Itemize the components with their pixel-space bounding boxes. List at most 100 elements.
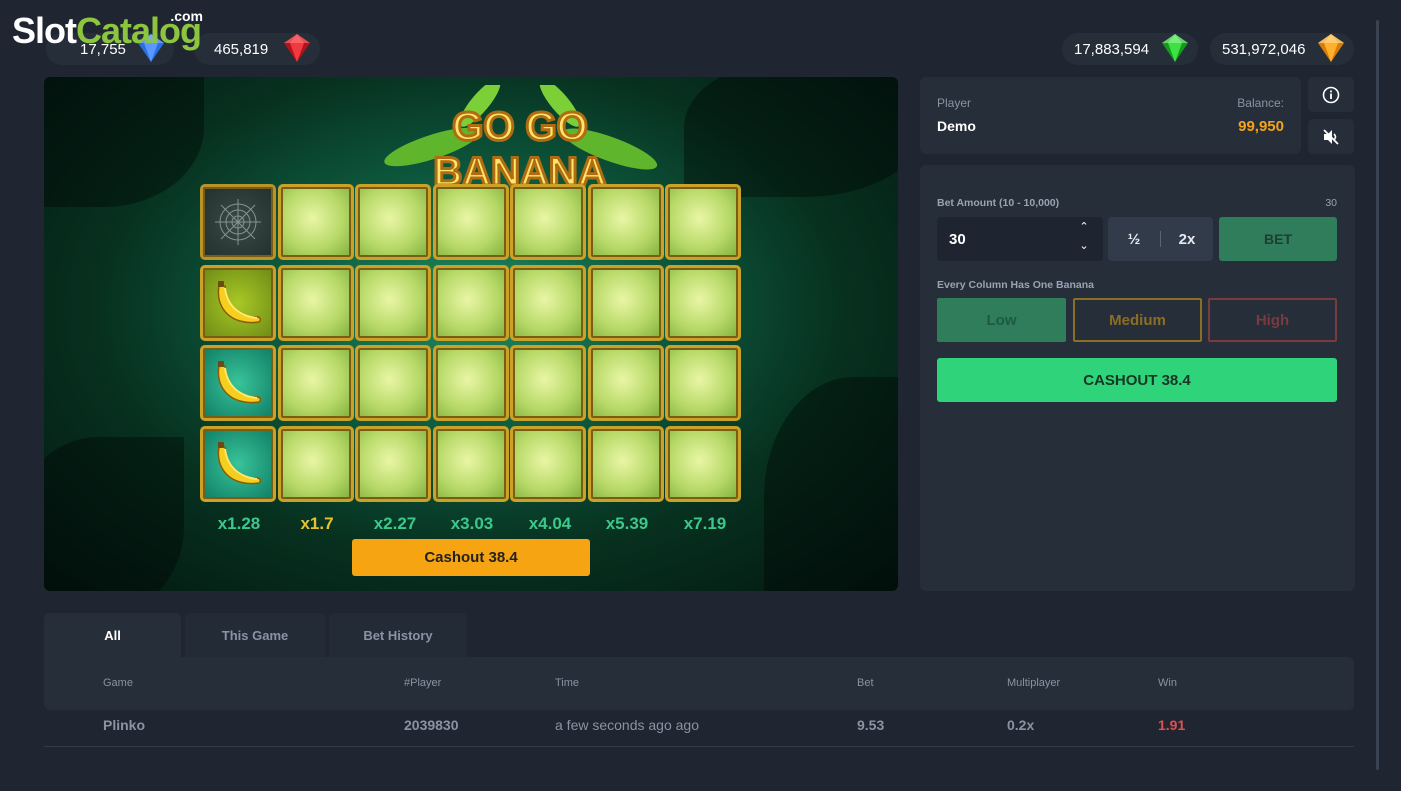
- row-bet: 9.53: [857, 717, 885, 733]
- tile-hidden[interactable]: [432, 425, 509, 502]
- history-table-header: Game #Player Time Bet Multiplayer Win: [44, 657, 1354, 710]
- jungle-leaf-decoration: [44, 437, 184, 591]
- double-bet-button[interactable]: 2x: [1161, 217, 1213, 261]
- tile-hidden[interactable]: [510, 184, 586, 260]
- column-header-win: Win: [1158, 677, 1177, 689]
- risk-medium-button[interactable]: Medium: [1073, 298, 1202, 342]
- player-label: Player: [937, 96, 972, 110]
- game-title-logo: GO GO BANANA: [384, 85, 658, 196]
- banana-icon: [217, 361, 262, 404]
- jungle-vine-decoration: [764, 377, 898, 591]
- tile-hidden[interactable]: [665, 264, 741, 341]
- tile-hidden[interactable]: [432, 345, 509, 421]
- multiplier-col-5: x4.04: [528, 514, 572, 533]
- tile-hidden[interactable]: [277, 345, 354, 421]
- column-header-multiplier: Multiplayer: [1007, 677, 1061, 689]
- banana-icon: [217, 280, 262, 323]
- balance-label: Balance:: [1237, 96, 1284, 110]
- row-multiplier: 0.2x: [1007, 717, 1035, 733]
- chevron-up-icon[interactable]: ⌃: [1077, 220, 1091, 234]
- tile-hidden[interactable]: [665, 425, 741, 502]
- multiplier-col-1: x1.28: [217, 514, 261, 533]
- row-time: a few seconds ago ago: [555, 717, 699, 733]
- multiplier-col-2: x1.7: [300, 514, 334, 533]
- row-game: Plinko: [103, 717, 146, 733]
- sound-muted-icon: [1323, 128, 1339, 145]
- risk-high-button[interactable]: High: [1208, 298, 1337, 342]
- jackpot-red: 465,819: [194, 33, 320, 65]
- watermark-text-slot: Slot: [12, 10, 77, 51]
- tile-hidden[interactable]: [510, 345, 586, 421]
- jackpot-value: 465,819: [214, 40, 269, 58]
- multiplier-col-6: x5.39: [605, 514, 649, 533]
- tile-hidden[interactable]: [587, 184, 664, 260]
- player-name: Demo: [937, 118, 976, 134]
- tile-hidden[interactable]: [277, 184, 354, 260]
- chevron-down-icon[interactable]: ⌄: [1077, 239, 1091, 253]
- tile-hidden[interactable]: [665, 345, 741, 421]
- bet-modifier-group: ½ 2x: [1108, 217, 1213, 261]
- tile-hidden[interactable]: [587, 425, 664, 502]
- page-scrollbar[interactable]: [1376, 20, 1379, 770]
- tile-spider-web[interactable]: [200, 184, 276, 260]
- row-win: 1.91: [1158, 717, 1186, 733]
- tile-banana[interactable]: [200, 345, 276, 421]
- cashout-button[interactable]: CASHOUT 38.4: [937, 358, 1337, 402]
- tile-banana[interactable]: [200, 425, 276, 502]
- watermark-logo: SlotCatalog .com: [12, 8, 204, 52]
- tile-hidden[interactable]: [277, 264, 354, 341]
- tile-hidden[interactable]: [277, 425, 354, 502]
- half-bet-button[interactable]: ½: [1108, 217, 1160, 261]
- multiplier-col-4: x3.03: [450, 514, 494, 533]
- tile-hidden[interactable]: [510, 425, 586, 502]
- tile-hidden[interactable]: [510, 264, 586, 341]
- multiplier-col-3: x2.27: [373, 514, 417, 533]
- column-header-player: #Player: [404, 677, 442, 689]
- bet-panel: Bet Amount (10 - 10,000) 30 ⌃ ⌄ ½ 2x BET…: [920, 165, 1355, 591]
- jackpot-value: 17,883,594: [1074, 40, 1150, 58]
- orange-gem-icon: [1318, 34, 1344, 62]
- column-header-bet: Bet: [857, 677, 874, 689]
- page: SlotCatalog .com 17,755 465,819 17,883,5…: [0, 0, 1401, 791]
- tile-hidden[interactable]: [665, 184, 741, 260]
- tab-this-game[interactable]: This Game: [185, 613, 325, 657]
- game-title-line1: GO GO: [452, 105, 588, 149]
- green-gem-icon: [1162, 34, 1188, 62]
- watermark-text-com: .com: [170, 8, 204, 24]
- jungle-leaf-decoration: [684, 77, 898, 197]
- tile-hidden[interactable]: [432, 264, 509, 341]
- risk-level-label: Every Column Has One Banana: [937, 279, 1094, 291]
- info-button[interactable]: [1308, 77, 1354, 112]
- tile-banana[interactable]: [200, 264, 276, 341]
- tab-all[interactable]: All: [44, 613, 181, 657]
- game-board: GO GO BANANA x1.28 x1.7 x2.27 x3.03 x4.0…: [44, 77, 898, 591]
- tile-hidden[interactable]: [355, 264, 431, 341]
- game-cashout-button[interactable]: Cashout 38.4: [352, 539, 590, 576]
- banana-icon: [217, 441, 262, 484]
- column-header-time: Time: [555, 677, 580, 689]
- jungle-leaf-decoration: [44, 77, 204, 207]
- tab-bet-history[interactable]: Bet History: [329, 613, 467, 657]
- bet-button[interactable]: BET: [1219, 217, 1337, 261]
- jackpot-green: 17,883,594: [1062, 33, 1198, 65]
- row-player: 2039830: [404, 717, 459, 733]
- column-header-game: Game: [103, 677, 133, 689]
- mute-button[interactable]: [1308, 119, 1354, 154]
- tile-hidden[interactable]: [355, 345, 431, 421]
- bet-amount-label: Bet Amount (10 - 10,000): [937, 197, 1060, 209]
- jackpot-orange: 531,972,046: [1210, 33, 1354, 65]
- tile-hidden[interactable]: [355, 425, 431, 502]
- tile-hidden[interactable]: [587, 345, 664, 421]
- risk-low-button[interactable]: Low: [937, 298, 1066, 342]
- spider-web-icon: [215, 199, 261, 245]
- tile-hidden[interactable]: [355, 184, 431, 260]
- tile-hidden[interactable]: [587, 264, 664, 341]
- bet-current-value: 30: [1325, 197, 1337, 209]
- jackpot-value: 531,972,046: [1222, 40, 1306, 58]
- tile-hidden[interactable]: [432, 184, 509, 260]
- info-icon: [1322, 86, 1340, 103]
- red-gem-icon: [284, 34, 310, 62]
- table-row: Plinko 2039830 a few seconds ago ago 9.5…: [44, 710, 1354, 747]
- balance-value: 99,950: [1238, 118, 1284, 135]
- history-tabs: All This Game Bet History: [44, 613, 471, 657]
